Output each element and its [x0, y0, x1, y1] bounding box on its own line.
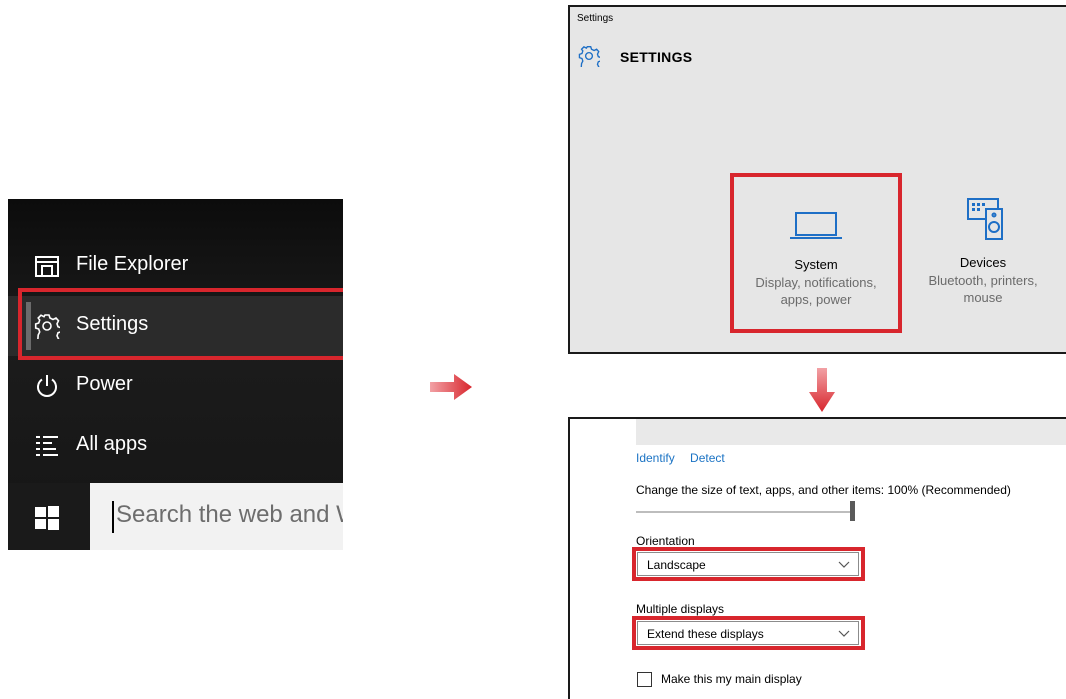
- settings-gear-icon: [578, 46, 600, 67]
- orientation-value: Landscape: [647, 558, 706, 572]
- main-display-checkbox-label: Make this my main display: [661, 672, 802, 686]
- detect-link[interactable]: Detect: [690, 451, 725, 465]
- tile-description: Bluetooth, printers, mouse: [928, 273, 1038, 305]
- start-menu: File Explorer Settings Power All apps Se…: [8, 199, 343, 550]
- main-display-checkbox[interactable]: [637, 672, 652, 687]
- arrow-right-icon: [430, 374, 472, 400]
- display-links: Identify Detect: [636, 451, 737, 465]
- start-item-label: All apps: [76, 433, 148, 455]
- arrow-down-icon: [809, 368, 835, 412]
- settings-window: Settings SETTINGS System Display, notifi…: [568, 5, 1066, 354]
- scale-slider-thumb[interactable]: [850, 501, 855, 521]
- windows-logo-icon[interactable]: [34, 505, 60, 531]
- window-title: Settings: [577, 13, 614, 24]
- start-item-power[interactable]: Power: [8, 356, 343, 416]
- power-icon: [37, 375, 57, 397]
- display-preview-strip: [636, 419, 1066, 445]
- start-item-file-explorer[interactable]: File Explorer: [8, 236, 343, 296]
- orientation-dropdown[interactable]: Landscape: [637, 552, 859, 576]
- display-settings-panel: Identify Detect Change the size of text,…: [568, 417, 1066, 699]
- start-item-label: File Explorer: [76, 253, 189, 275]
- devices-icon: [967, 198, 1003, 240]
- system-tile[interactable]: System Display, notifications, apps, pow…: [730, 173, 902, 333]
- chevron-down-icon: [838, 561, 850, 568]
- scale-slider-track[interactable]: [636, 511, 852, 513]
- start-item-label: Power: [76, 373, 133, 395]
- all-apps-icon: [36, 436, 58, 456]
- identify-link[interactable]: Identify: [636, 451, 675, 465]
- orientation-label: Orientation: [636, 534, 695, 548]
- start-item-all-apps[interactable]: All apps: [8, 416, 343, 476]
- tile-description: Display, notifications, apps, power: [755, 275, 877, 307]
- multiple-displays-label: Multiple displays: [636, 602, 725, 616]
- scale-label: Change the size of text, apps, and other…: [636, 483, 1011, 497]
- laptop-icon: [790, 212, 842, 239]
- tile-name: System: [794, 257, 838, 272]
- multiple-displays-dropdown[interactable]: Extend these displays: [637, 621, 859, 645]
- settings-highlight-box: [18, 288, 343, 360]
- taskbar: Search the web and W: [8, 483, 343, 550]
- text-caret: [112, 501, 114, 533]
- search-input[interactable]: Search the web and W: [90, 483, 343, 550]
- devices-tile[interactable]: Devices Bluetooth, printers, mouse: [918, 197, 1066, 317]
- file-explorer-icon: [35, 256, 59, 277]
- multiple-displays-value: Extend these displays: [647, 627, 764, 641]
- search-placeholder: Search the web and W: [116, 501, 343, 528]
- chevron-down-icon: [838, 630, 850, 637]
- page-title: SETTINGS: [620, 49, 693, 65]
- tile-name: Devices: [959, 255, 1007, 270]
